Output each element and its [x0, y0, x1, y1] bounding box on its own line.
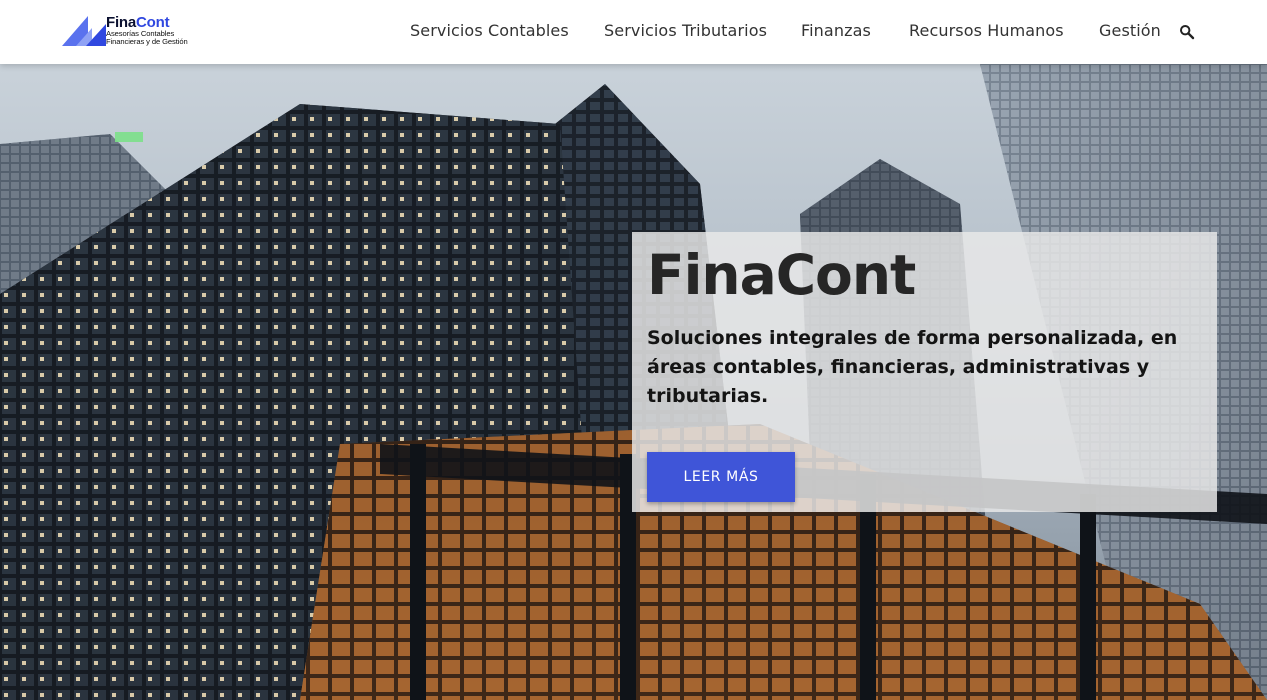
brand-name: FinaCont	[106, 14, 170, 31]
nav-item-servicios-contables[interactable]: Servicios Contables	[410, 21, 569, 41]
brand-logo[interactable]: FinaCont Asesorías Contables Financieras…	[62, 14, 202, 48]
hero-subtitle: Soluciones integrales de forma personali…	[647, 327, 1178, 407]
nav-item-gestion[interactable]: Gestión	[1099, 21, 1161, 41]
nav-item-recursos-humanos[interactable]: Recursos Humanos	[909, 21, 1064, 41]
hero-card: FinaCont Soluciones integrales de forma …	[632, 232, 1217, 512]
brand-tagline: Asesorías Contables Financieras y de Ges…	[106, 29, 188, 46]
site-header: FinaCont Asesorías Contables Financieras…	[0, 0, 1267, 64]
search-icon[interactable]	[1179, 24, 1195, 40]
logo-mark-icon	[62, 16, 106, 46]
read-more-button[interactable]: LEER MÁS	[647, 452, 795, 502]
nav-item-servicios-tributarios[interactable]: Servicios Tributarios	[604, 21, 767, 41]
hero-title: FinaCont	[647, 243, 916, 307]
hero-section: FinaCont Soluciones integrales de forma …	[0, 64, 1267, 700]
nav-item-finanzas[interactable]: Finanzas	[801, 21, 871, 41]
